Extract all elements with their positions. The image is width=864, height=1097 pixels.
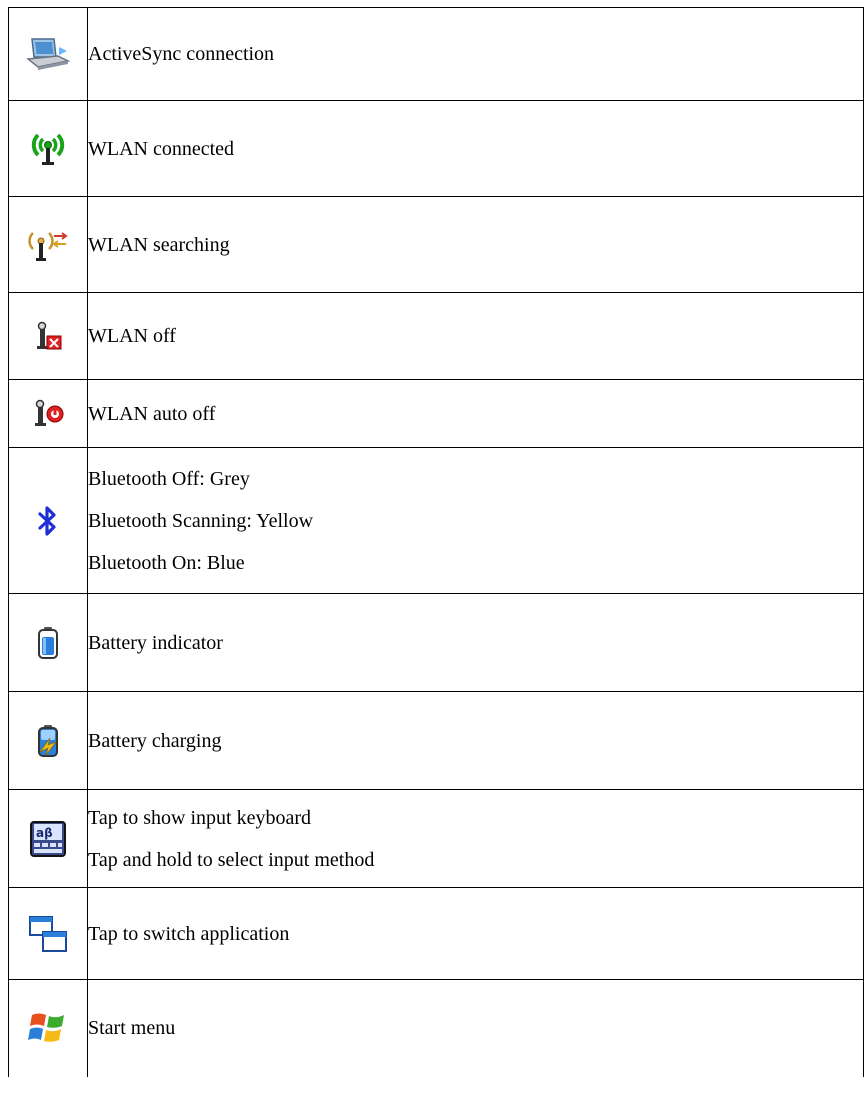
table-row: Battery indicator bbox=[8, 593, 864, 692]
description-cell: Start menu bbox=[87, 979, 864, 1077]
icon-cell bbox=[8, 100, 88, 197]
wlan-searching-icon bbox=[28, 231, 68, 261]
windows-start-icon bbox=[28, 1013, 64, 1043]
description-text: Battery indicator bbox=[88, 631, 223, 654]
icon-cell bbox=[8, 7, 88, 101]
icon-cell bbox=[8, 447, 88, 594]
bluetooth-icon bbox=[38, 505, 56, 536]
description-cell: WLAN off bbox=[87, 292, 864, 380]
laptop-sync-icon bbox=[26, 38, 70, 70]
description-text: Tap to show input keyboard bbox=[88, 806, 312, 829]
description-text: WLAN off bbox=[88, 325, 176, 347]
description-cell: Bluetooth Off: Grey Bluetooth Scanning: … bbox=[87, 447, 864, 594]
description-cell: Battery charging bbox=[87, 691, 864, 790]
icon-cell bbox=[8, 979, 88, 1077]
table-row: Bluetooth Off: Grey Bluetooth Scanning: … bbox=[8, 447, 864, 594]
table-row: WLAN auto off bbox=[8, 379, 864, 448]
wlan-auto-off-icon bbox=[35, 399, 64, 426]
description-cell: Tap to switch application bbox=[87, 887, 864, 980]
table-row: Tap to switch application bbox=[8, 887, 864, 980]
icon-cell bbox=[8, 379, 88, 448]
table-row: Battery charging bbox=[8, 691, 864, 790]
description-text: Bluetooth Off: Grey bbox=[88, 467, 250, 490]
description-text: WLAN auto off bbox=[88, 402, 216, 425]
description-cell: WLAN connected bbox=[87, 100, 864, 197]
icon-cell bbox=[8, 593, 88, 692]
description-cell: Battery indicator bbox=[87, 593, 864, 692]
description-text: Tap and hold to select input method bbox=[88, 848, 375, 871]
icon-legend-table: ActiveSync connection WLAN connected WLA… bbox=[8, 7, 864, 1077]
table-row: Start menu bbox=[8, 979, 864, 1077]
table-row: WLAN off bbox=[8, 292, 864, 380]
description-cell: WLAN auto off bbox=[87, 379, 864, 448]
icon-cell bbox=[8, 196, 88, 293]
description-text: Bluetooth Scanning: Yellow bbox=[88, 509, 314, 532]
table-row: aβ Tap to show input keyboard Tap and ho… bbox=[8, 789, 864, 888]
battery-icon bbox=[38, 626, 58, 659]
description-text: Battery charging bbox=[88, 729, 222, 752]
description-cell: ActiveSync connection bbox=[87, 7, 864, 101]
description-cell: Tap to show input keyboard Tap and hold … bbox=[87, 789, 864, 888]
icon-cell bbox=[8, 887, 88, 980]
wlan-connected-icon bbox=[31, 133, 65, 165]
wlan-off-icon bbox=[37, 321, 62, 350]
icon-cell bbox=[8, 691, 88, 790]
description-text: Bluetooth On: Blue bbox=[88, 551, 245, 574]
svg-text:aβ: aβ bbox=[36, 826, 53, 840]
description-cell: WLAN searching bbox=[87, 196, 864, 293]
description-text: WLAN searching bbox=[88, 233, 230, 256]
description-text: WLAN connected bbox=[88, 137, 235, 160]
icon-cell: aβ bbox=[8, 789, 88, 888]
description-text: ActiveSync connection bbox=[88, 43, 275, 65]
table-row: ActiveSync connection bbox=[8, 7, 864, 101]
table-row: WLAN connected bbox=[8, 100, 864, 197]
switch-application-icon bbox=[29, 915, 67, 952]
battery-charging-icon bbox=[38, 724, 58, 757]
keyboard-input-icon: aβ bbox=[30, 820, 66, 857]
description-text: Start menu bbox=[88, 1017, 176, 1040]
table-row: WLAN searching bbox=[8, 196, 864, 293]
description-text: Tap to switch application bbox=[88, 922, 290, 945]
icon-cell bbox=[8, 292, 88, 380]
